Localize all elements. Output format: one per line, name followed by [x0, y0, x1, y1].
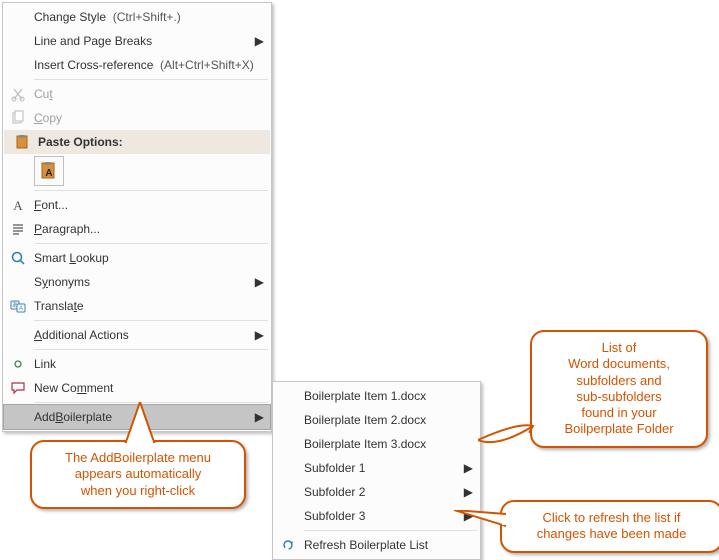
paste-option-row[interactable]: A [4, 154, 270, 188]
menu-item-translate[interactable]: あA Translate [4, 294, 270, 318]
menu-heading-paste-options: Paste Options: [4, 130, 270, 154]
scissors-icon [6, 86, 30, 102]
menu-item-cross-reference[interactable]: Insert Cross-reference (Alt+Ctrl+Shift+X… [4, 53, 270, 77]
separator [34, 320, 268, 321]
separator [34, 349, 268, 350]
menu-item-synonyms[interactable]: Synonyms ▶ [4, 270, 270, 294]
paste-icon [10, 134, 34, 150]
separator [304, 530, 477, 531]
paste-keep-text-icon[interactable]: A [34, 156, 64, 186]
submenu-item-boilerplate-2[interactable]: Boilerplate Item 2.docx [274, 408, 479, 432]
callout-tail-icon [120, 402, 160, 444]
menu-item-line-page-breaks[interactable]: Line and Page Breaks ▶ [4, 29, 270, 53]
svg-text:A: A [19, 306, 23, 312]
callout-tail-icon [478, 420, 538, 450]
submenu-item-subfolder-2[interactable]: Subfolder 2 ▶ [274, 480, 479, 504]
svg-text:A: A [45, 168, 52, 179]
font-a-icon: A [6, 197, 30, 213]
menu-item-link[interactable]: Link [4, 352, 270, 376]
callout-list-explain: List of Word documents, subfolders and s… [530, 330, 708, 448]
menu-item-copy: Copy [4, 106, 270, 130]
submenu-item-boilerplate-3[interactable]: Boilerplate Item 3.docx [274, 432, 479, 456]
menu-item-additional-actions[interactable]: Additional Actions ▶ [4, 323, 270, 347]
svg-text:A: A [13, 198, 23, 213]
refresh-icon [276, 537, 300, 553]
menu-item-smart-lookup[interactable]: Smart Lookup [4, 246, 270, 270]
callout-addboilerplate-explain: The AddBoilerplate menu appears automati… [30, 440, 246, 509]
translate-icon: あA [6, 298, 30, 314]
chevron-right-icon: ▶ [252, 34, 264, 48]
submenu-item-refresh[interactable]: Refresh Boilerplate List [274, 533, 479, 557]
chevron-right-icon: ▶ [252, 275, 264, 289]
smart-lookup-icon [6, 250, 30, 266]
copy-icon [6, 110, 30, 126]
context-menu[interactable]: Change Style (Ctrl+Shift+.) Line and Pag… [2, 2, 272, 432]
svg-text:あ: あ [12, 302, 18, 309]
comment-icon [6, 380, 30, 396]
separator [34, 190, 268, 191]
menu-item-change-style[interactable]: Change Style (Ctrl+Shift+.) [4, 5, 270, 29]
submenu-item-subfolder-1[interactable]: Subfolder 1 ▶ [274, 456, 479, 480]
menu-item-new-comment[interactable]: New Comment [4, 376, 270, 400]
separator [34, 243, 268, 244]
menu-item-paragraph[interactable]: Paragraph... [4, 217, 270, 241]
chevron-right-icon: ▶ [461, 461, 473, 475]
link-icon [6, 356, 30, 372]
menu-item-font[interactable]: A Font... [4, 193, 270, 217]
boilerplate-submenu[interactable]: Boilerplate Item 1.docx Boilerplate Item… [272, 381, 481, 560]
submenu-item-boilerplate-1[interactable]: Boilerplate Item 1.docx [274, 384, 479, 408]
separator [34, 79, 268, 80]
callout-tail-icon [454, 510, 506, 530]
chevron-right-icon: ▶ [252, 328, 264, 342]
callout-refresh-explain: Click to refresh the list if changes hav… [500, 500, 719, 553]
submenu-item-subfolder-3[interactable]: Subfolder 3 ▶ [274, 504, 479, 528]
menu-item-cut: Cut [4, 82, 270, 106]
paragraph-icon [6, 221, 30, 237]
chevron-right-icon: ▶ [461, 485, 473, 499]
chevron-right-icon: ▶ [252, 410, 264, 424]
